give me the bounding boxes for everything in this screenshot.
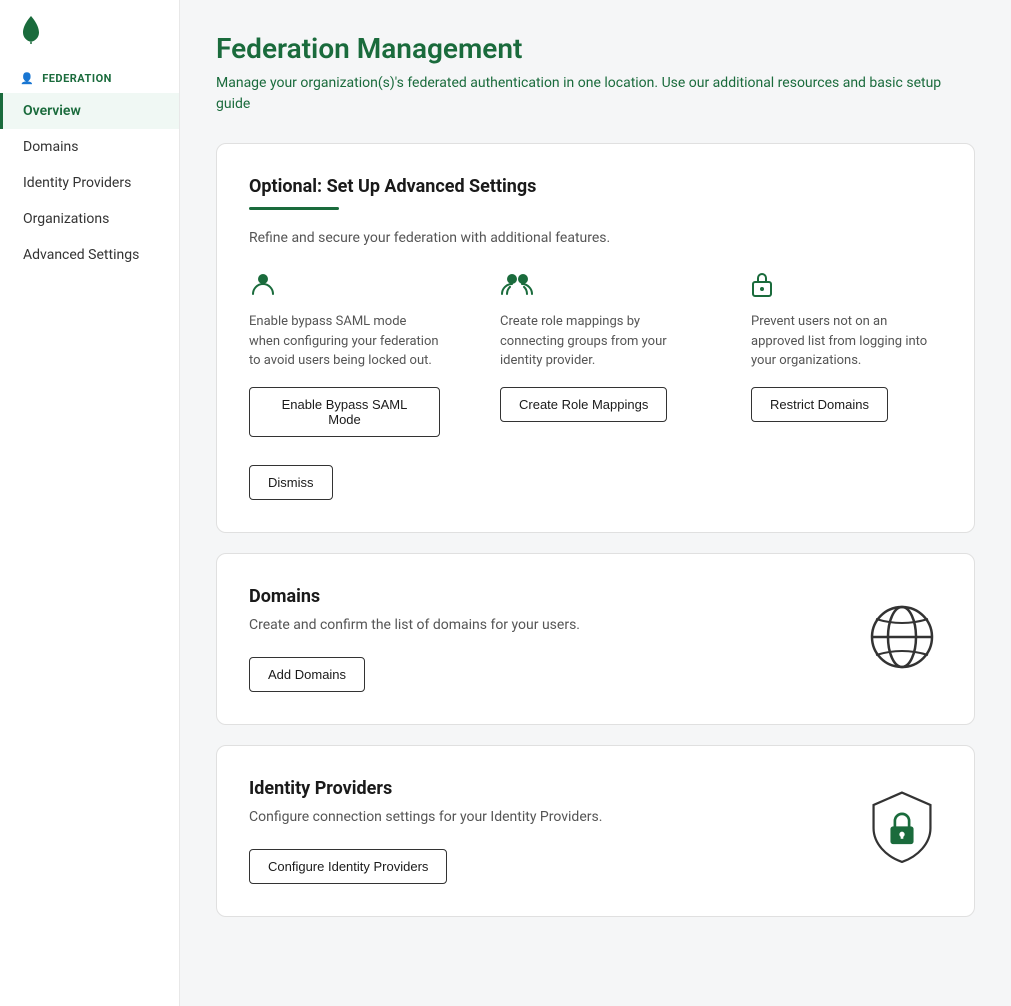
domains-card-left: Domains Create and confirm the list of d…	[249, 586, 842, 692]
feature-bypass-saml: Enable bypass SAML mode when configuring…	[249, 270, 440, 437]
domains-title: Domains	[249, 586, 842, 607]
globe-icon	[862, 597, 942, 677]
restrict-domains-button[interactable]: Restrict Domains	[751, 387, 888, 422]
bypass-saml-icon	[249, 270, 440, 302]
sidebar-item-organizations[interactable]: Organizations	[0, 201, 179, 237]
configure-identity-providers-button[interactable]: Configure Identity Providers	[249, 849, 447, 884]
sidebar-item-advanced-settings[interactable]: Advanced Settings	[0, 237, 179, 273]
bypass-saml-text: Enable bypass SAML mode when configuring…	[249, 312, 440, 371]
advanced-settings-card: Optional: Set Up Advanced Settings Refin…	[216, 143, 975, 533]
domains-description: Create and confirm the list of domains f…	[249, 617, 842, 633]
sidebar-nav: Overview Domains Identity Providers Orga…	[0, 93, 179, 273]
mongodb-logo-icon	[20, 16, 42, 44]
identity-providers-title: Identity Providers	[249, 778, 842, 799]
restrict-domains-icon	[751, 270, 942, 302]
identity-providers-description: Configure connection settings for your I…	[249, 809, 842, 825]
title-underline	[249, 207, 339, 210]
main-content: Federation Management Manage your organi…	[180, 0, 1011, 1006]
lock-icon	[751, 270, 773, 298]
sidebar-item-identity-providers[interactable]: Identity Providers	[0, 165, 179, 201]
group-icon	[500, 270, 534, 298]
advanced-settings-description: Refine and secure your federation with a…	[249, 230, 942, 246]
feature-role-mappings: Create role mappings by connecting group…	[500, 270, 691, 437]
domains-card-content: Domains Create and confirm the list of d…	[249, 586, 942, 692]
app-logo	[0, 0, 179, 60]
identity-providers-card-content: Identity Providers Configure connection …	[249, 778, 942, 884]
role-mappings-text: Create role mappings by connecting group…	[500, 312, 691, 371]
identity-providers-card: Identity Providers Configure connection …	[216, 745, 975, 917]
shield-icon-area	[862, 789, 942, 873]
dismiss-row: Dismiss	[249, 465, 942, 500]
advanced-settings-title: Optional: Set Up Advanced Settings	[249, 176, 942, 197]
page-subtitle: Manage your organization(s)'s federated …	[216, 73, 975, 115]
person-icon	[249, 270, 277, 298]
sidebar-item-overview[interactable]: Overview	[0, 93, 179, 129]
sidebar-item-domains[interactable]: Domains	[0, 129, 179, 165]
sidebar-section-label: 👤 FEDERATION	[0, 60, 179, 93]
domains-card: Domains Create and confirm the list of d…	[216, 553, 975, 725]
shield-lock-icon	[862, 789, 942, 869]
feature-restrict-domains: Prevent users not on an approved list fr…	[751, 270, 942, 437]
enable-bypass-saml-button[interactable]: Enable Bypass SAML Mode	[249, 387, 440, 437]
restrict-domains-text: Prevent users not on an approved list fr…	[751, 312, 942, 371]
page-title: Federation Management	[216, 32, 975, 65]
features-row: Enable bypass SAML mode when configuring…	[249, 270, 942, 437]
add-domains-button[interactable]: Add Domains	[249, 657, 365, 692]
identity-providers-card-left: Identity Providers Configure connection …	[249, 778, 842, 884]
globe-icon-area	[862, 597, 942, 681]
federation-person-icon: 👤	[20, 72, 34, 85]
sidebar: 👤 FEDERATION Overview Domains Identity P…	[0, 0, 180, 1006]
dismiss-button[interactable]: Dismiss	[249, 465, 333, 500]
create-role-mappings-button[interactable]: Create Role Mappings	[500, 387, 667, 422]
role-mappings-icon	[500, 270, 691, 302]
